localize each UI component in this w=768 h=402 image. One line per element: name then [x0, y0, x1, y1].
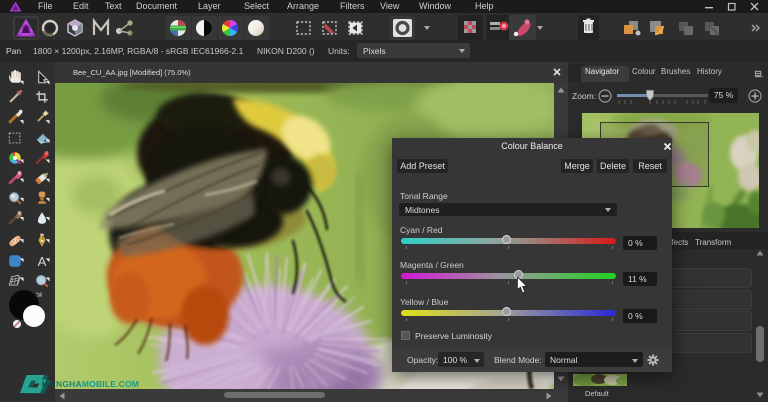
svg-text:A: A: [38, 254, 47, 269]
